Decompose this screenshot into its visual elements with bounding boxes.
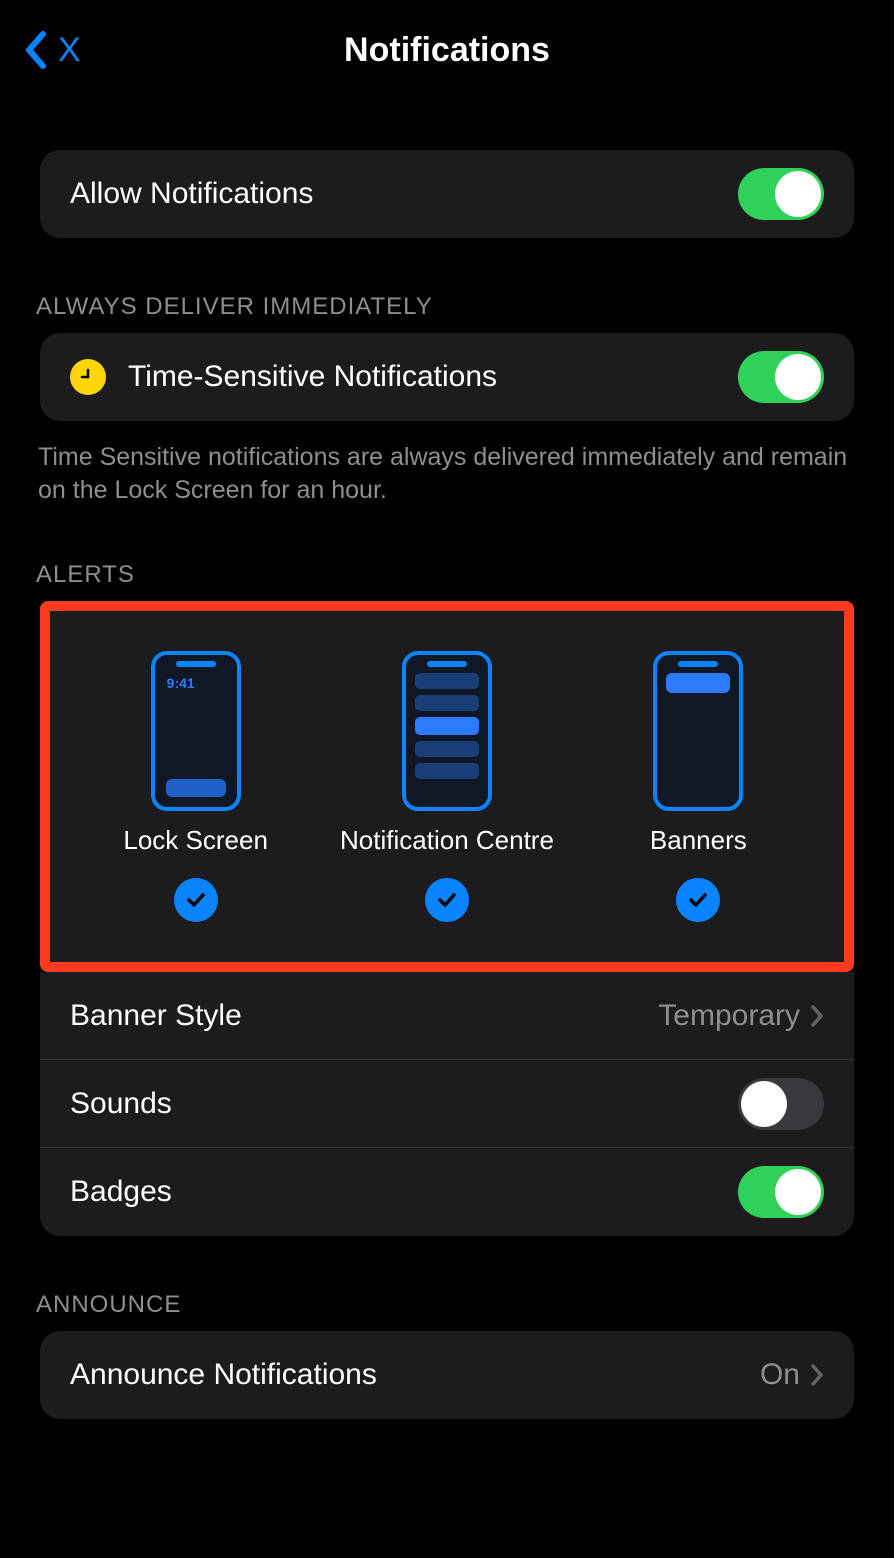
alert-option-banners[interactable]: Banners <box>574 651 823 922</box>
alert-label-notification-centre: Notification Centre <box>340 825 554 856</box>
announce-group: Announce Notifications On <box>40 1331 854 1419</box>
alert-label-lock-screen: Lock Screen <box>123 825 268 856</box>
sounds-toggle[interactable] <box>738 1078 824 1130</box>
clock-icon <box>70 359 106 395</box>
checkmark-icon <box>676 878 720 922</box>
announce-notifications-value: On <box>760 1358 800 1392</box>
alerts-settings-group: Banner Style Temporary Sounds Badges <box>40 972 854 1236</box>
alert-option-notification-centre[interactable]: Notification Centre <box>323 651 572 922</box>
allow-notifications-row: Allow Notifications <box>40 150 854 238</box>
banner-style-row[interactable]: Banner Style Temporary <box>40 972 854 1060</box>
alert-option-lock-screen[interactable]: 9:41 Lock Screen <box>71 651 320 922</box>
lock-screen-preview-icon: 9:41 <box>151 651 241 811</box>
time-sensitive-row: Time-Sensitive Notifications <box>40 333 854 421</box>
settings-screen: X Notifications Allow Notifications ALWA… <box>0 0 894 1439</box>
notification-centre-preview-icon <box>402 651 492 811</box>
alerts-header: ALERTS <box>36 561 894 589</box>
time-sensitive-footer: Time Sensitive notifications are always … <box>38 441 856 506</box>
allow-notifications-label: Allow Notifications <box>70 177 738 211</box>
alert-types-highlight: 9:41 Lock Screen <box>40 601 854 972</box>
back-button[interactable]: X <box>0 31 81 70</box>
preview-time: 9:41 <box>167 675 195 691</box>
back-label: X <box>58 31 81 70</box>
announce-notifications-row[interactable]: Announce Notifications On <box>40 1331 854 1419</box>
page-title: Notifications <box>0 31 894 70</box>
chevron-right-icon <box>810 1004 824 1028</box>
announce-header: ANNOUNCE <box>36 1291 894 1319</box>
time-sensitive-toggle[interactable] <box>738 351 824 403</box>
sounds-row: Sounds <box>40 1060 854 1148</box>
chevron-right-icon <box>810 1363 824 1387</box>
alert-types-row: 9:41 Lock Screen <box>70 651 824 922</box>
allow-notifications-toggle[interactable] <box>738 168 824 220</box>
nav-bar: X Notifications <box>0 0 894 100</box>
allow-group: Allow Notifications <box>40 150 854 238</box>
alert-label-banners: Banners <box>650 825 747 856</box>
announce-notifications-label: Announce Notifications <box>70 1358 760 1392</box>
badges-toggle[interactable] <box>738 1166 824 1218</box>
banner-style-label: Banner Style <box>70 999 658 1033</box>
badges-label: Badges <box>70 1175 738 1209</box>
always-deliver-header: ALWAYS DELIVER IMMEDIATELY <box>36 293 894 321</box>
always-deliver-group: Time-Sensitive Notifications <box>40 333 854 421</box>
sounds-label: Sounds <box>70 1087 738 1121</box>
checkmark-icon <box>425 878 469 922</box>
badges-row: Badges <box>40 1148 854 1236</box>
banners-preview-icon <box>653 651 743 811</box>
checkmark-icon <box>174 878 218 922</box>
chevron-left-icon <box>24 31 46 69</box>
banner-style-value: Temporary <box>658 999 800 1033</box>
time-sensitive-label: Time-Sensitive Notifications <box>128 360 738 394</box>
